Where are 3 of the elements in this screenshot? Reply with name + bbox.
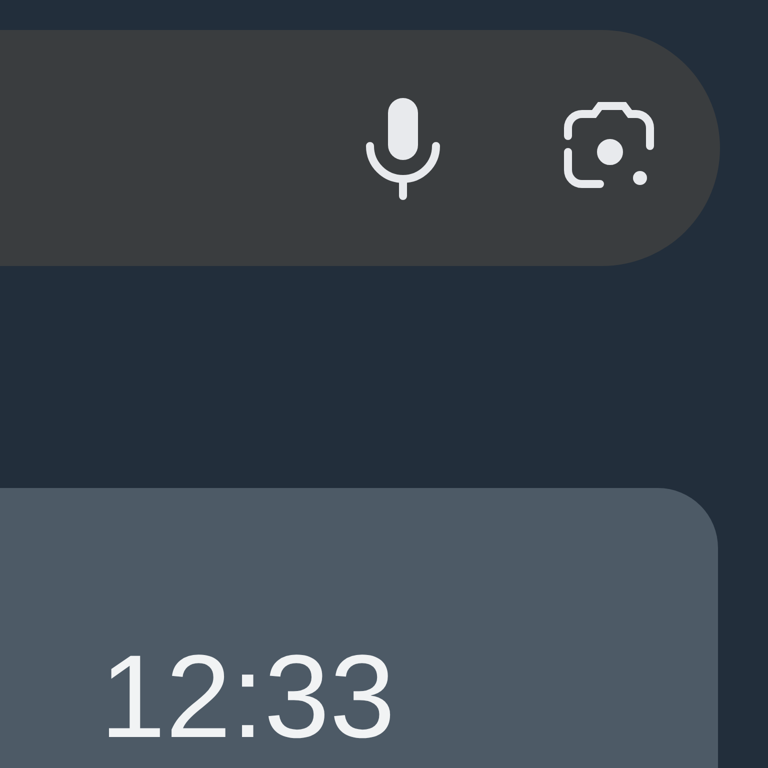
clock-widget[interactable]: 12:33 bbox=[0, 488, 718, 768]
clock-time: 12:33 bbox=[100, 638, 396, 756]
search-bar[interactable] bbox=[0, 30, 720, 266]
